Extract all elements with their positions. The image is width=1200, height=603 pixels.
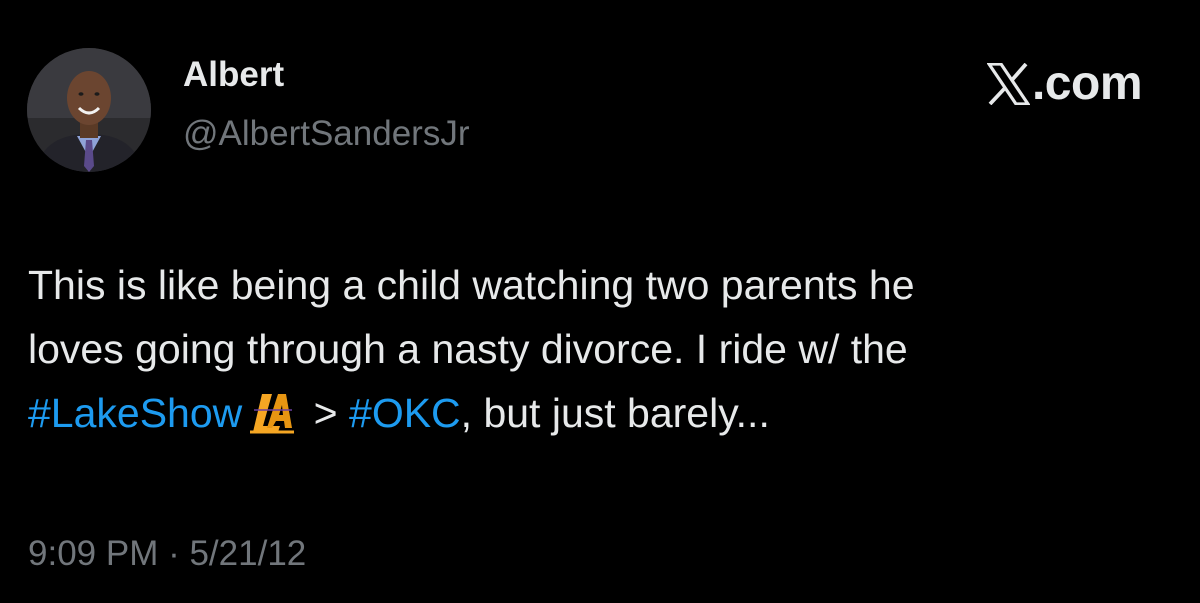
timestamp-date: 5/21/12 bbox=[189, 534, 307, 573]
profile-photo-icon bbox=[27, 48, 151, 172]
tweet-text-line-2: loves going through a nasty divorce. I r… bbox=[28, 326, 908, 372]
tweet-card: Albert @AlbertSandersJr .com This is lik… bbox=[0, 0, 1200, 603]
avatar[interactable] bbox=[27, 48, 151, 172]
tweet-text-tail: , but just barely... bbox=[460, 390, 770, 436]
hashtag-okc-link[interactable]: #OKC bbox=[349, 390, 461, 436]
display-name[interactable]: Albert bbox=[183, 57, 284, 92]
tweet-text-line-1: This is like being a child watching two … bbox=[28, 262, 915, 308]
tweet-text-line-3: #LakeShow > #OKC, but just barely... bbox=[28, 381, 1178, 445]
lakers-la-logo-icon bbox=[248, 388, 298, 434]
timestamp-time: 9:09 PM bbox=[28, 534, 159, 573]
x-logo-icon bbox=[985, 62, 1031, 106]
tweet-timestamp[interactable]: 9:09 PM · 5/21/12 bbox=[28, 536, 306, 571]
greater-than-text: > bbox=[302, 390, 350, 436]
hashtag-lakeshow-link[interactable]: #LakeShow bbox=[28, 390, 242, 436]
user-handle[interactable]: @AlbertSandersJr bbox=[183, 116, 469, 151]
timestamp-separator: · bbox=[158, 534, 190, 573]
tweet-text: This is like being a child watching two … bbox=[28, 253, 1178, 445]
x-com-brand: .com bbox=[985, 57, 1143, 110]
brand-domain-text: .com bbox=[1031, 57, 1143, 110]
